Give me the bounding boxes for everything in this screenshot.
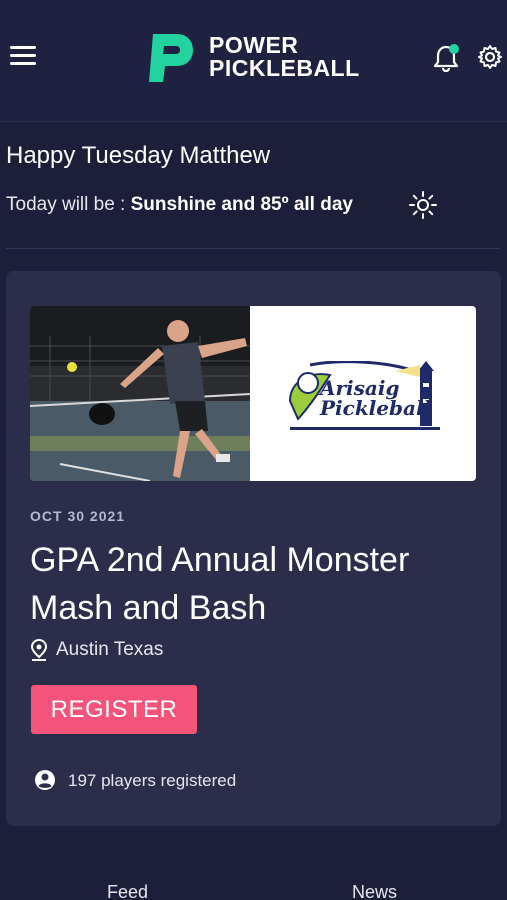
tab-feed[interactable]: Feed bbox=[107, 882, 148, 900]
event-date: OCT 30 2021 bbox=[30, 508, 126, 524]
event-title: GPA 2nd Annual Monster Mash and Bash bbox=[30, 541, 410, 627]
logo-text-pickleball: PICKLEBALL bbox=[209, 55, 360, 81]
weather-forecast: Today will be : Sunshine and 85º all day bbox=[6, 194, 353, 216]
sponsor-name: Arisaig Pickleball bbox=[320, 378, 431, 418]
player-action-photo bbox=[30, 306, 250, 481]
sun-icon bbox=[409, 191, 437, 219]
location-pin-icon bbox=[30, 639, 48, 661]
event-banner-image: Arisaig Pickleball bbox=[30, 306, 476, 481]
event-card[interactable]: Arisaig Pickleball OCT 30 2021 GPA 2nd A… bbox=[6, 271, 501, 826]
power-pickleball-logo-icon bbox=[149, 34, 193, 82]
sponsor-name-line1: Arisaig bbox=[320, 376, 400, 400]
weather-value: Sunshine and 85º all day bbox=[130, 194, 353, 215]
app-screen: POWER PICKLEBALL Happy Tuesday Matthew T… bbox=[0, 0, 507, 900]
weather-prefix: Today will be : bbox=[6, 194, 131, 215]
players-registered-text: 197 players registered bbox=[68, 771, 237, 790]
sponsor-name-line2: Pickleball bbox=[320, 396, 432, 420]
top-app-bar: POWER PICKLEBALL bbox=[0, 0, 507, 122]
logo-text-power: POWER bbox=[209, 32, 299, 58]
greeting-heading: Happy Tuesday Matthew bbox=[6, 142, 271, 169]
app-logo: POWER PICKLEBALL bbox=[143, 34, 365, 84]
notification-badge-dot bbox=[449, 44, 459, 54]
section-divider bbox=[6, 248, 500, 249]
register-button[interactable]: REGISTER bbox=[31, 685, 197, 734]
event-location-text: Austin Texas bbox=[56, 639, 164, 660]
hamburger-menu-icon[interactable] bbox=[10, 46, 38, 66]
user-account-icon bbox=[35, 770, 55, 790]
tab-news[interactable]: News bbox=[352, 882, 397, 900]
settings-gear-icon[interactable] bbox=[477, 44, 503, 70]
bottom-navigation: Feed News bbox=[0, 870, 507, 900]
logo-wordmark: POWER PICKLEBALL bbox=[209, 34, 360, 80]
